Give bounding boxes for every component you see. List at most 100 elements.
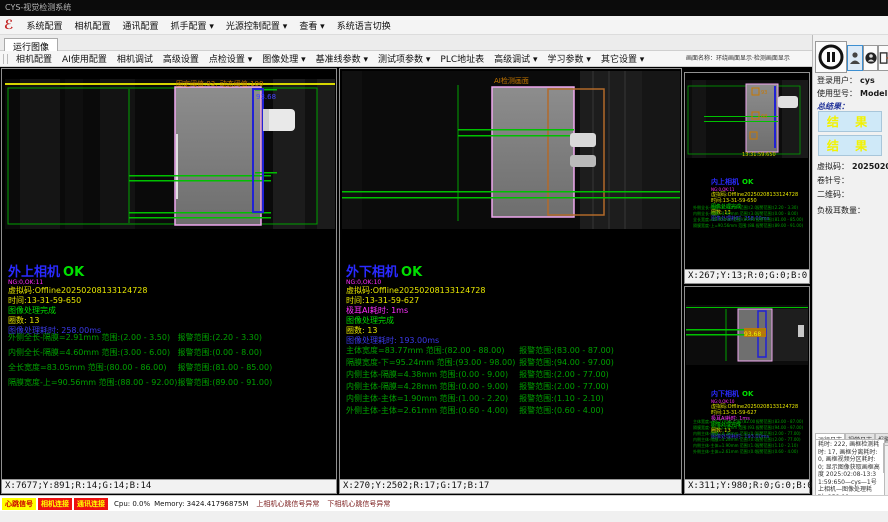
measurement-row: 内侧全长-隔膜=4.60mm 范围:(3.00 - 6.00)报警范围:(0.0… [8, 347, 334, 362]
virtual-code-line: 虚拟码:Offline20250208133124728 [8, 286, 147, 296]
measurement-row: 隔膜宽度-上=90.56mm 范围:(88.00 - 92.00)报警范围:(8… [693, 223, 807, 229]
app-logo-icon: ℰ [4, 18, 13, 33]
result-badge-lower: 结 果 [818, 135, 882, 156]
measurement-rows: 主体宽度=83.77mm 范围:(82.00 - 88.00)报警范围:(83.… [693, 419, 807, 455]
menu-comm-config[interactable]: 通讯配置 [117, 19, 165, 32]
measurement-row: 内侧主体-主体=1.90mm 范围:(1.00 - 2.20)报警范围:(1.1… [346, 393, 679, 405]
tool-camera-debug[interactable]: 相机调试 [112, 52, 158, 65]
tool-spot-check[interactable]: 点检设置 ▾ [204, 52, 257, 65]
marker-value-text: 68 [761, 114, 767, 120]
user-switch-icon [849, 51, 861, 65]
camera-image-inner-lower[interactable]: 93.68 [686, 305, 808, 365]
virtual-code-value: 20250208 [852, 162, 888, 171]
virtual-code-line: 虚拟码:Offline20250208133124728 [346, 286, 485, 296]
tool-other-settings[interactable]: 其它设置 ▾ [596, 52, 649, 65]
cpu-usage-text: Cpu: 0.0% [114, 500, 150, 508]
window-title: CYS-视觉检测系统 [5, 3, 71, 12]
login-user-value: cys [860, 76, 875, 85]
user-switch-button[interactable] [847, 45, 863, 71]
measurement-row: 隔膜宽度-上=90.56mm 范围:(88.00 - 92.00)报警范围:(8… [8, 377, 334, 392]
exit-button[interactable] [878, 45, 888, 71]
app-window: CYS-视觉检测系统 ℰ 系统配置 相机配置 通讯配置 抓手配置 ▾ 光源控制配… [0, 0, 888, 522]
camera-status-ok: OK [63, 265, 84, 280]
comm-connection-badge: 通讯连接 [74, 498, 108, 510]
tool-learning-params[interactable]: 学习参数 ▾ [543, 52, 596, 65]
cell-region-pink-rect [175, 87, 261, 225]
status-bar: 心跳信号 相机连接 通讯连接 Cpu: 0.0% Memory: 3424.41… [0, 495, 888, 511]
measurement-row: 内侧主体-隔膜=4.38mm 范围:(0.00 - 9.00)报警范围:(2.0… [346, 369, 679, 381]
pixel-coordinate-bar: X:270;Y:2502;R:17;G:17;B:17 [340, 479, 681, 493]
measurement-rows: 外侧全长-隔膜=2.91mm 范围:(2.00 - 3.50)报警范围:(2.2… [8, 332, 334, 392]
login-user-row: 登录用户：cys [817, 75, 875, 86]
measurement-row: 全长宽度=83.05mm 范围:(80.00 - 86.00)报警范围:(81.… [8, 362, 334, 377]
camera-panel-outer-lower: AI检测画面 外下相机OK NG:0,OK:10 虚拟码:Offline2025… [339, 68, 682, 494]
menu-bar: ℰ 系统配置 相机配置 通讯配置 抓手配置 ▾ 光源控制配置 ▾ 查看 ▾ 系统… [0, 16, 888, 35]
tool-test-params[interactable]: 测试项参数 ▾ [373, 52, 435, 65]
tool-baseline-params[interactable]: 基准线参数 ▾ [311, 52, 373, 65]
pixel-coordinate-bar: X:267;Y:13;R:0;G:0;B:0 [685, 269, 809, 283]
menu-light-control-config[interactable]: 光源控制配置 ▾ [220, 19, 293, 32]
camera-connection-badge: 相机连接 [38, 498, 72, 510]
control-panel: 登录用户：cys 使用型号：Model1 总结果： 结 果 结 果 虚拟码：20… [812, 35, 888, 511]
measurement-rows: 外侧全长-隔膜=2.91mm 范围:(2.00 - 3.50)报警范围:(2.2… [693, 205, 807, 229]
metal-tab-shape [570, 155, 596, 167]
measurement-rows: 主体宽度=83.77mm 范围:(82.00 - 88.00)报警范围:(83.… [346, 345, 679, 417]
timestamp-overlay-text: 13:31:59:650 [742, 152, 776, 158]
camera-name-label: 外下相机 [346, 265, 398, 280]
tool-plc-address-table[interactable]: PLC地址表 [435, 52, 489, 65]
measure-value-text: 93.68 [256, 93, 276, 101]
menu-view[interactable]: 查看 ▾ [293, 19, 330, 32]
menu-gripper-config[interactable]: 抓手配置 ▾ [165, 19, 220, 32]
model-value: Model1 [860, 89, 888, 98]
tool-image-processing[interactable]: 图像处理 ▾ [257, 52, 310, 65]
pixel-coordinate-bar: X:7677;Y:891;R:14;G:14;B:14 [2, 479, 336, 493]
pause-button[interactable] [815, 41, 847, 73]
result-badge-upper: 结 果 [818, 111, 882, 132]
metal-tab-shape [778, 96, 798, 108]
heartbeat-status-badge: 心跳信号 [2, 498, 36, 510]
upper-camera-warning-text: 上相机心跳信号异常 [256, 499, 319, 509]
camera-name-label: 外上相机 [8, 265, 60, 280]
camera-image-outer-upper[interactable]: 固定阈值:93, 动态阈值:100 93.68 [5, 79, 335, 229]
view-caption: 画面名称：环绕画面显示·检测画面显示 [684, 51, 812, 67]
tool-advanced-debug[interactable]: 高级调试 ▾ [489, 52, 542, 65]
log-scrollbar[interactable] [883, 443, 885, 473]
lower-camera-warning-text: 下相机心跳信号异常 [327, 499, 390, 509]
qr-code-row: 二维码： [817, 189, 852, 200]
metal-tab-shape [570, 133, 596, 147]
process-done-line: 图像处理完成 [346, 316, 485, 326]
camera-panel-inner-lower: 93.68 内下相机OK NG:0,OK:10 虚拟码:Offline20250… [684, 286, 810, 494]
user-icon [865, 51, 877, 65]
time-line: 时间:13-31-59-650 [8, 296, 147, 306]
exit-door-icon [879, 51, 888, 65]
menu-system-config[interactable]: 系统配置 [20, 19, 68, 32]
toolbar-grip-icon [3, 54, 8, 64]
metal-tab-shape [798, 325, 804, 337]
user-button[interactable] [863, 45, 878, 71]
measurement-row: 外侧主体-主体=2.61mm 范围:(0.60 - 4.00)报警范围:(0.6… [346, 405, 679, 417]
ai-elapsed-line: 极耳AI耗时: 1ms [346, 306, 485, 316]
measure-value-text: 93.68 [744, 331, 761, 338]
tool-ai-usage-config[interactable]: AI使用配置 [57, 52, 112, 65]
tool-camera-config[interactable]: 相机配置 [11, 52, 57, 65]
camera-image-outer-lower[interactable]: AI检测画面 [342, 71, 680, 229]
measurement-row: 外侧全长-隔膜=2.91mm 范围:(2.00 - 3.50)报警范围:(2.2… [8, 332, 334, 347]
turns-line: 圈数: 13 [8, 316, 147, 326]
menu-language-switch[interactable]: 系统语言切换 [331, 19, 397, 32]
measurement-row: 隔膜宽度-下=95.24mm 范围:(93.00 - 98.00)报警范围:(9… [346, 357, 679, 369]
baseline-yellow-line [5, 83, 335, 85]
window-titlebar: CYS-视觉检测系统 [0, 0, 888, 16]
camera-result-block: 外上相机OK NG:0,OK:11 虚拟码:Offline20250208133… [8, 261, 147, 336]
negative-tab-count-row: 负极耳数量： [817, 205, 868, 216]
measurement-row: 外侧主体-主体=2.61mm 范围:(0.60 - 4.00)报警范围:(0.6… [693, 449, 807, 455]
model-row: 使用型号：Model1 [817, 88, 888, 99]
pixel-coordinate-bar: X:311;Y:980;R:0;G:0;B:0 [685, 479, 809, 493]
tool-advanced-settings[interactable]: 高级设置 [158, 52, 204, 65]
camera-status-ok: OK [401, 265, 422, 280]
camera-image-inner-upper[interactable]: 93 68 13:31:59:650 [686, 80, 808, 158]
main-view-area: 固定阈值:93, 动态阈值:100 93.68 外上相机OK NG:0,OK:1… [0, 67, 812, 495]
measurement-row: 内侧主体-隔膜=4.28mm 范围:(0.00 - 9.00)报警范围:(2.0… [346, 381, 679, 393]
pause-icon [818, 44, 844, 70]
camera-status-ok: OK [742, 390, 753, 398]
menu-camera-config[interactable]: 相机配置 [69, 19, 117, 32]
